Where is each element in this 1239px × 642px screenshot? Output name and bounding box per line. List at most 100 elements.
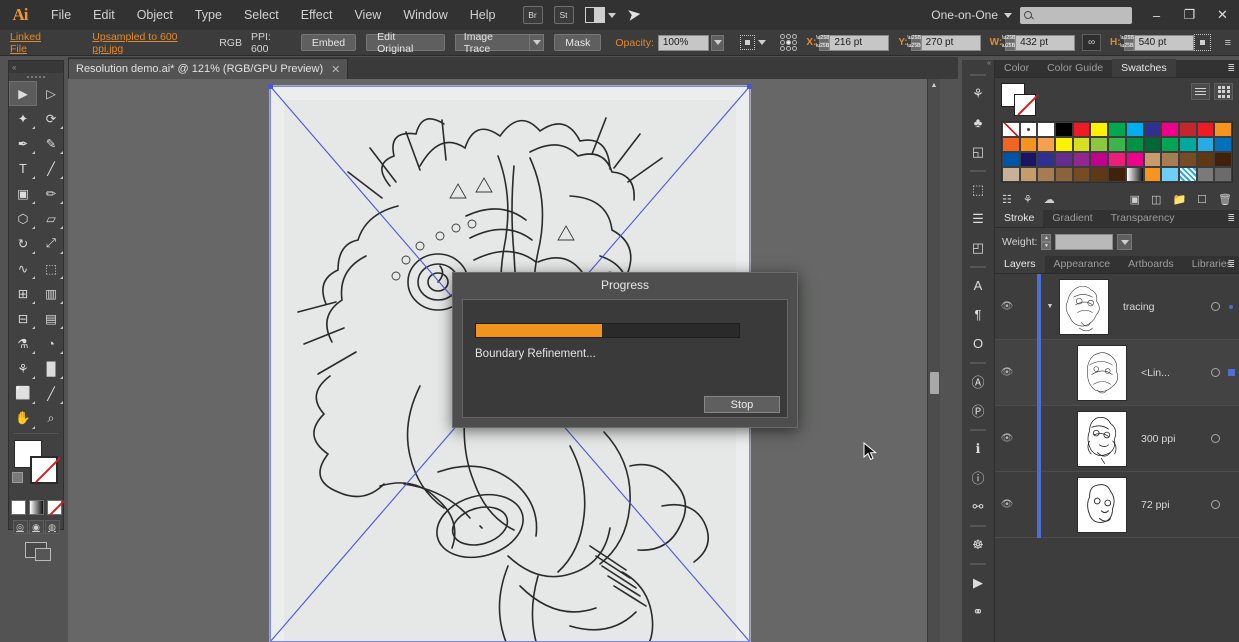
eyedropper-tool[interactable]: ⚗ — [9, 331, 37, 356]
embed-button[interactable]: Embed — [300, 34, 357, 51]
swatch-0-9[interactable] — [1161, 122, 1179, 137]
search-input[interactable] — [1020, 6, 1132, 24]
menu-edit[interactable]: Edit — [82, 0, 126, 30]
layer-target-icon[interactable] — [1207, 302, 1223, 311]
selection-handle-tl[interactable] — [268, 84, 273, 89]
layer-visibility-icon[interactable]: 👁 — [995, 433, 1019, 444]
menu-select[interactable]: Select — [233, 0, 290, 30]
swap-fill-stroke-icon[interactable] — [12, 472, 23, 483]
swatch-0-3[interactable] — [1055, 122, 1073, 137]
swatch-2-8[interactable] — [1143, 152, 1162, 167]
paragraph-styles-panel-icon[interactable]: Ⓟ — [962, 396, 994, 425]
line-segment-tool[interactable]: ╱ — [37, 156, 65, 181]
tab-gradient[interactable]: Gradient — [1043, 209, 1101, 227]
swatch-0-2[interactable] — [1037, 122, 1056, 137]
layer-visibility-icon[interactable]: 👁 — [995, 499, 1019, 510]
curvature-tool[interactable]: ✎ — [37, 131, 65, 156]
swatch-3-11[interactable] — [1196, 167, 1215, 182]
ai-swoosh-icon[interactable]: ➤ — [625, 4, 642, 26]
width-tool[interactable]: ∿ — [9, 256, 37, 281]
swatch-2-12[interactable] — [1214, 152, 1232, 167]
menu-help[interactable]: Help — [459, 0, 507, 30]
image-trace-button[interactable]: Image Trace — [454, 31, 530, 55]
menu-object[interactable]: Object — [126, 0, 184, 30]
paintbrush-tool[interactable]: ✏ — [37, 181, 65, 206]
transform-icon[interactable] — [1193, 34, 1211, 51]
stroke-swatch[interactable] — [30, 456, 58, 484]
gradient-swatch-button[interactable] — [28, 500, 44, 515]
actions-panel-icon[interactable]: ▶ — [962, 568, 994, 597]
list-view-icon[interactable] — [1191, 83, 1210, 100]
delete-swatch-icon[interactable]: 🗑 — [1218, 193, 1232, 206]
swatch-kinds-icon[interactable]: ▣ — [1130, 193, 1140, 206]
table-row[interactable]: 👁 ▼ tracing — [995, 273, 1239, 340]
restore-button[interactable]: ❐ — [1173, 0, 1206, 30]
swatch-1-5[interactable] — [1090, 137, 1109, 152]
opacity-chevron-icon[interactable] — [711, 34, 725, 51]
swatch-0-8[interactable] — [1143, 122, 1162, 137]
swatch-1-10[interactable] — [1178, 137, 1197, 152]
layer-expand-icon[interactable]: ▼ — [1041, 303, 1059, 310]
y-input[interactable]: 270 pt — [920, 34, 981, 51]
image-trace-chevron-icon[interactable] — [529, 34, 545, 51]
minimize-button[interactable]: – — [1140, 0, 1173, 30]
menu-type[interactable]: Type — [184, 0, 233, 30]
x-field[interactable]: \u25B2 \u25BC 216 pt — [816, 34, 890, 51]
perspective-grid-tool[interactable]: ▥ — [37, 281, 65, 306]
new-swatch-icon[interactable]: ☐ — [1197, 193, 1207, 206]
draw-normal-button[interactable]: ◎ — [12, 520, 28, 534]
table-row[interactable]: 👁 72 ppi — [995, 471, 1239, 538]
shape-builder-tool[interactable]: ⊞ — [9, 281, 37, 306]
tab-close-icon[interactable]: ✕ — [331, 63, 340, 76]
layer-name[interactable]: tracing — [1109, 301, 1207, 313]
swatch-1-9[interactable] — [1161, 137, 1179, 152]
swatch-0-6[interactable] — [1108, 122, 1126, 137]
stop-button[interactable]: Stop — [704, 396, 780, 413]
swatch-0-10[interactable] — [1178, 122, 1197, 137]
tab-artboards[interactable]: Artboards — [1119, 255, 1183, 273]
w-stepper[interactable]: \u25B2 \u25BC — [1002, 34, 1019, 51]
h-input[interactable]: 540 pt — [1133, 34, 1194, 51]
swatch-2-0[interactable] — [1002, 152, 1020, 167]
draw-behind-button[interactable]: ◉ — [28, 520, 44, 534]
swatch-1-1[interactable] — [1019, 137, 1038, 152]
w-input[interactable]: 432 pt — [1015, 34, 1076, 51]
workspace-switcher[interactable]: One-on-One — [925, 8, 1004, 22]
swatch-1-4[interactable] — [1072, 137, 1091, 152]
swatch-options-icon[interactable]: ◫ — [1151, 193, 1161, 206]
swatch-2-4[interactable] — [1072, 152, 1091, 167]
swatch-3-9[interactable] — [1161, 167, 1179, 182]
scale-tool[interactable]: ⤢ — [37, 231, 65, 256]
y-field[interactable]: \u25B2 \u25BC 270 pt — [907, 34, 981, 51]
stock-icon[interactable]: St — [553, 6, 574, 24]
swatch-2-1[interactable] — [1019, 152, 1038, 167]
swatch-3-6[interactable] — [1108, 167, 1126, 182]
swatch-0-12[interactable] — [1214, 122, 1232, 137]
swatch-3-2[interactable] — [1037, 167, 1056, 182]
layer-name[interactable]: 300 ppi — [1127, 433, 1207, 445]
opacity-mask-chevron-icon[interactable] — [758, 40, 767, 45]
scroll-up-icon[interactable]: ▲ — [928, 79, 940, 92]
swatch-3-12[interactable] — [1214, 167, 1232, 182]
panel-stroke-swatch[interactable] — [1014, 94, 1036, 116]
swatch-libraries-icon[interactable]: ☷ — [1002, 193, 1012, 206]
swatch-1-12[interactable] — [1214, 137, 1232, 152]
swatch-2-3[interactable] — [1055, 152, 1073, 167]
mask-button[interactable]: Mask — [554, 34, 602, 51]
opacity-input[interactable]: 100% — [657, 34, 710, 51]
swatch-1-6[interactable] — [1108, 137, 1126, 152]
swatch-1-11[interactable] — [1196, 137, 1215, 152]
table-row[interactable]: 👁 <Lin... — [995, 339, 1239, 406]
menu-window[interactable]: Window — [392, 0, 458, 30]
swatch-2-2[interactable] — [1037, 152, 1056, 167]
edit-original-button[interactable]: Edit Original — [366, 31, 445, 55]
rectangle-tool[interactable]: ▣ — [9, 181, 37, 206]
blend-tool[interactable]: ◔ — [37, 331, 65, 356]
direct-selection-tool[interactable]: ▷ — [37, 81, 65, 106]
swatch-2-6[interactable] — [1108, 152, 1126, 167]
layer-name[interactable]: 72 ppi — [1127, 499, 1207, 511]
selection-tool[interactable]: ▶ — [9, 81, 37, 106]
swatch-2-9[interactable] — [1161, 152, 1179, 167]
stroke-panel-menu-icon[interactable]: ≣ — [1227, 213, 1235, 224]
swatch-0-7[interactable] — [1125, 122, 1144, 137]
